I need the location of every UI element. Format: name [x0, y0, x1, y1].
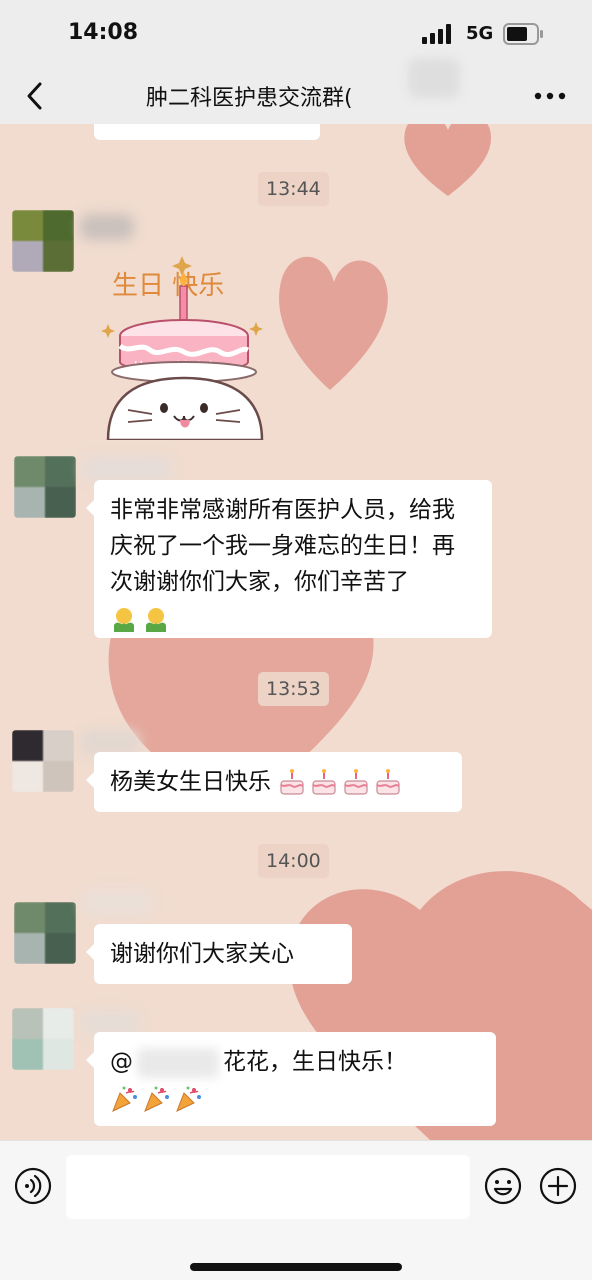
avatar[interactable] [12, 730, 74, 792]
plus-icon[interactable] [539, 1167, 577, 1205]
message-bubble[interactable]: 杨美女生日快乐 [86, 752, 462, 812]
emoji-group [110, 605, 170, 633]
more-button[interactable] [528, 80, 572, 112]
avatar[interactable] [14, 902, 76, 964]
cake-emoji [344, 768, 368, 795]
message-text: 谢谢你们大家关心 [110, 941, 294, 967]
message-text: 花花，生日快乐！ [223, 1049, 407, 1075]
title-blur [408, 58, 460, 98]
sender-name-blur [82, 890, 152, 916]
cake-emoji [376, 768, 400, 795]
party-emoji [176, 1086, 201, 1112]
signal-icon [422, 24, 451, 44]
cake-emoji [280, 768, 304, 795]
message-input[interactable] [66, 1155, 470, 1219]
emoji-group [110, 1085, 202, 1113]
sender-name-blur [82, 456, 172, 482]
hug-emoji [146, 607, 166, 632]
nav-bar: 肿二科医护患交流群( [0, 68, 592, 124]
timestamp: 13:53 [258, 672, 329, 706]
sender-name-blur [80, 214, 134, 240]
message-bubble[interactable]: 非常非常感谢所有医护人员，给我庆祝了一个我一身难忘的生日！再次谢谢你们大家，你们… [86, 480, 492, 638]
chat-title: 肿二科医护患交流群( [146, 86, 353, 111]
birthday-sticker[interactable]: 生日 快乐 Happy birthday [98, 250, 274, 440]
avatar[interactable] [12, 210, 74, 272]
previous-message-bubble[interactable] [94, 124, 320, 140]
input-bar [0, 1140, 592, 1280]
message-text: 杨美女生日快乐 [110, 769, 271, 795]
mention-prefix: @ [110, 1049, 133, 1075]
message-bubble[interactable]: @ 花花，生日快乐！ [86, 1032, 496, 1126]
message-text: 非常非常感谢所有医护人员，给我庆祝了一个我一身难忘的生日！再次谢谢你们大家，你们… [110, 497, 455, 595]
voice-icon[interactable] [14, 1167, 52, 1205]
timestamp: 14:00 [258, 844, 329, 878]
more-icon [534, 92, 566, 100]
battery-icon [503, 23, 543, 45]
message-bubble[interactable]: 谢谢你们大家关心 [86, 924, 352, 984]
avatar[interactable] [14, 456, 76, 518]
emoji-icon[interactable] [484, 1167, 522, 1205]
timestamp: 13:44 [258, 172, 329, 206]
back-icon [27, 82, 42, 110]
hug-emoji [114, 607, 134, 632]
party-emoji [144, 1086, 169, 1112]
sticker-caption: 生日 快乐 [112, 271, 224, 301]
status-time: 14:08 [68, 20, 139, 45]
avatar[interactable] [12, 1008, 74, 1070]
cake-emoji [312, 768, 336, 795]
emoji-group [278, 768, 402, 797]
party-emoji [112, 1086, 137, 1112]
chat-area[interactable]: 13:44 生日 快乐 Happy birthday [0, 124, 592, 1140]
network-label: 5G [466, 23, 494, 44]
home-indicator[interactable] [190, 1263, 402, 1271]
mention-name-blur [137, 1047, 219, 1078]
status-bar: 14:08 5G [0, 0, 592, 68]
back-button[interactable] [16, 76, 52, 116]
